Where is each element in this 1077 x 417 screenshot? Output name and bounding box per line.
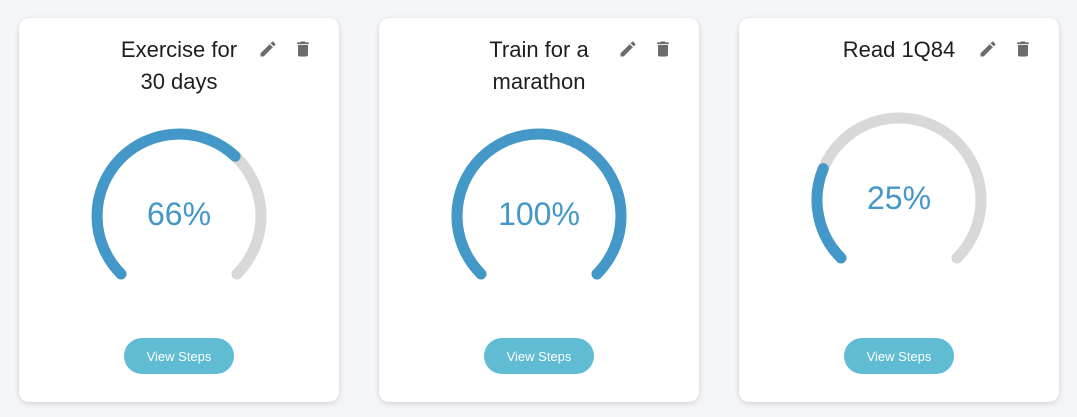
- delete-goal-button[interactable]: [650, 36, 676, 62]
- goal-title: Exercise for 30 days: [89, 34, 269, 98]
- goal-title-line: Train for a: [489, 37, 589, 62]
- goal-card: Train for a marathon 100% View Steps: [379, 18, 699, 402]
- goal-title-line: 30 days: [140, 69, 218, 94]
- delete-goal-button[interactable]: [290, 36, 316, 62]
- view-steps-button[interactable]: View Steps: [844, 338, 954, 374]
- view-steps-button[interactable]: View Steps: [124, 338, 234, 374]
- edit-goal-button[interactable]: [615, 36, 641, 62]
- progress-percentage: 25%: [866, 180, 932, 216]
- progress-percentage: 66%: [146, 196, 212, 232]
- goal-title-line: marathon: [492, 69, 586, 94]
- pencil-icon: [980, 41, 996, 57]
- pencil-icon: [620, 41, 636, 57]
- goal-title: Read 1Q84: [809, 34, 989, 66]
- view-steps-button[interactable]: View Steps: [484, 338, 594, 374]
- goal-title-line: Exercise for: [120, 37, 238, 62]
- edit-goal-button[interactable]: [255, 36, 281, 62]
- goal-card: Exercise for 30 days 66% View Steps: [19, 18, 339, 402]
- trash-icon: [657, 41, 669, 57]
- edit-goal-button[interactable]: [975, 36, 1001, 62]
- goal-title: Train for a marathon: [449, 34, 629, 98]
- delete-goal-button[interactable]: [1010, 36, 1036, 62]
- goal-title-line: Read 1Q84: [842, 37, 956, 62]
- pencil-icon: [260, 41, 276, 57]
- trash-icon: [297, 41, 309, 57]
- goal-card: Read 1Q84 25% View Steps: [739, 18, 1059, 402]
- trash-icon: [1017, 41, 1029, 57]
- progress-percentage: 100%: [498, 196, 580, 232]
